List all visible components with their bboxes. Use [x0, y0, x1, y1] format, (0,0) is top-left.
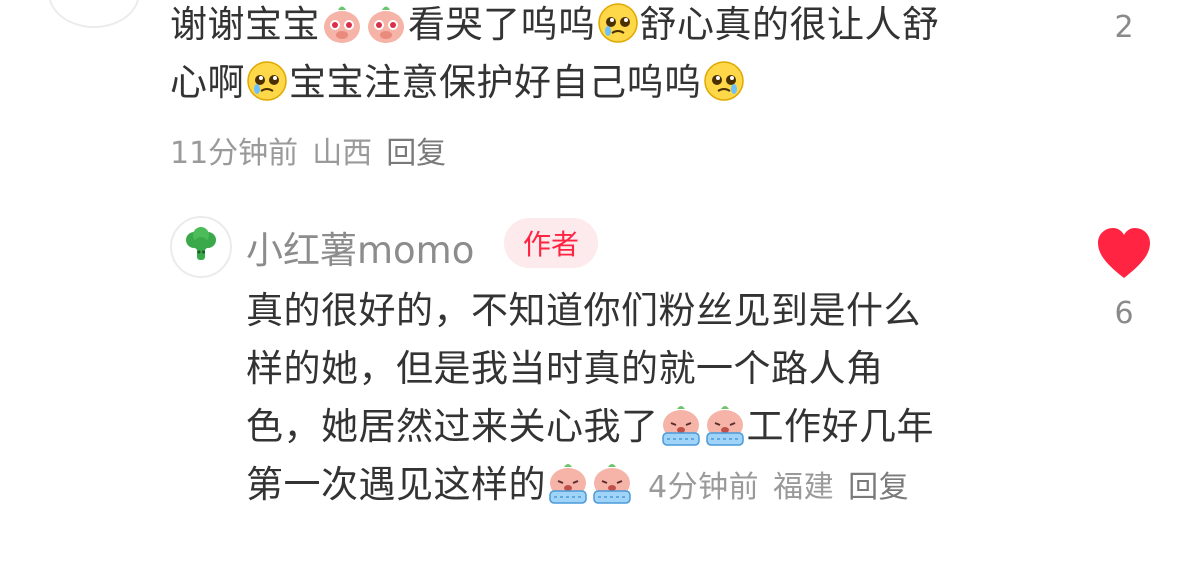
- reply-button[interactable]: 回复: [386, 136, 446, 171]
- pleading-face-icon: [596, 1, 640, 45]
- avatar[interactable]: [170, 216, 232, 278]
- crying-peach-emoji-icon: [659, 403, 703, 447]
- comment-meta: 11分钟前 山西 回复: [170, 128, 460, 172]
- author-badge: 作者: [504, 218, 598, 268]
- avatar[interactable]: [48, 0, 140, 28]
- broccoli-icon: [181, 225, 221, 269]
- comment-time: 11分钟前: [170, 136, 299, 171]
- reply-time: 4分钟前: [648, 470, 760, 505]
- reply-button[interactable]: 回复: [848, 470, 909, 505]
- username[interactable]: 小红薯momo: [246, 220, 474, 274]
- crying-peach-emoji-icon: [703, 403, 747, 447]
- reply-text: 真的很好的，不知道你们粉丝见到是什么 样的她，但是我当时真的就一个路人角 色，她…: [246, 289, 934, 506]
- crying-peach-emoji-icon: [590, 461, 634, 505]
- shy-face-emoji-icon: [364, 1, 408, 45]
- pleading-face-icon: [702, 59, 746, 103]
- shy-face-emoji-icon: [320, 1, 364, 45]
- comment-location: 山西: [312, 136, 373, 171]
- crying-peach-emoji-icon: [546, 461, 590, 505]
- reply-meta: 4分钟前 福建 回复: [648, 470, 923, 505]
- comment-text: 谢谢宝宝 看哭了呜呜 舒心真的很让人舒 心啊 宝宝注意保护好自己呜呜: [170, 1, 940, 104]
- pleading-face-icon: [245, 59, 289, 103]
- like-count: 6: [1114, 296, 1134, 331]
- like-heart-icon[interactable]: [1096, 226, 1152, 280]
- like-count: 2: [1114, 10, 1134, 45]
- reply-location: 福建: [773, 470, 835, 505]
